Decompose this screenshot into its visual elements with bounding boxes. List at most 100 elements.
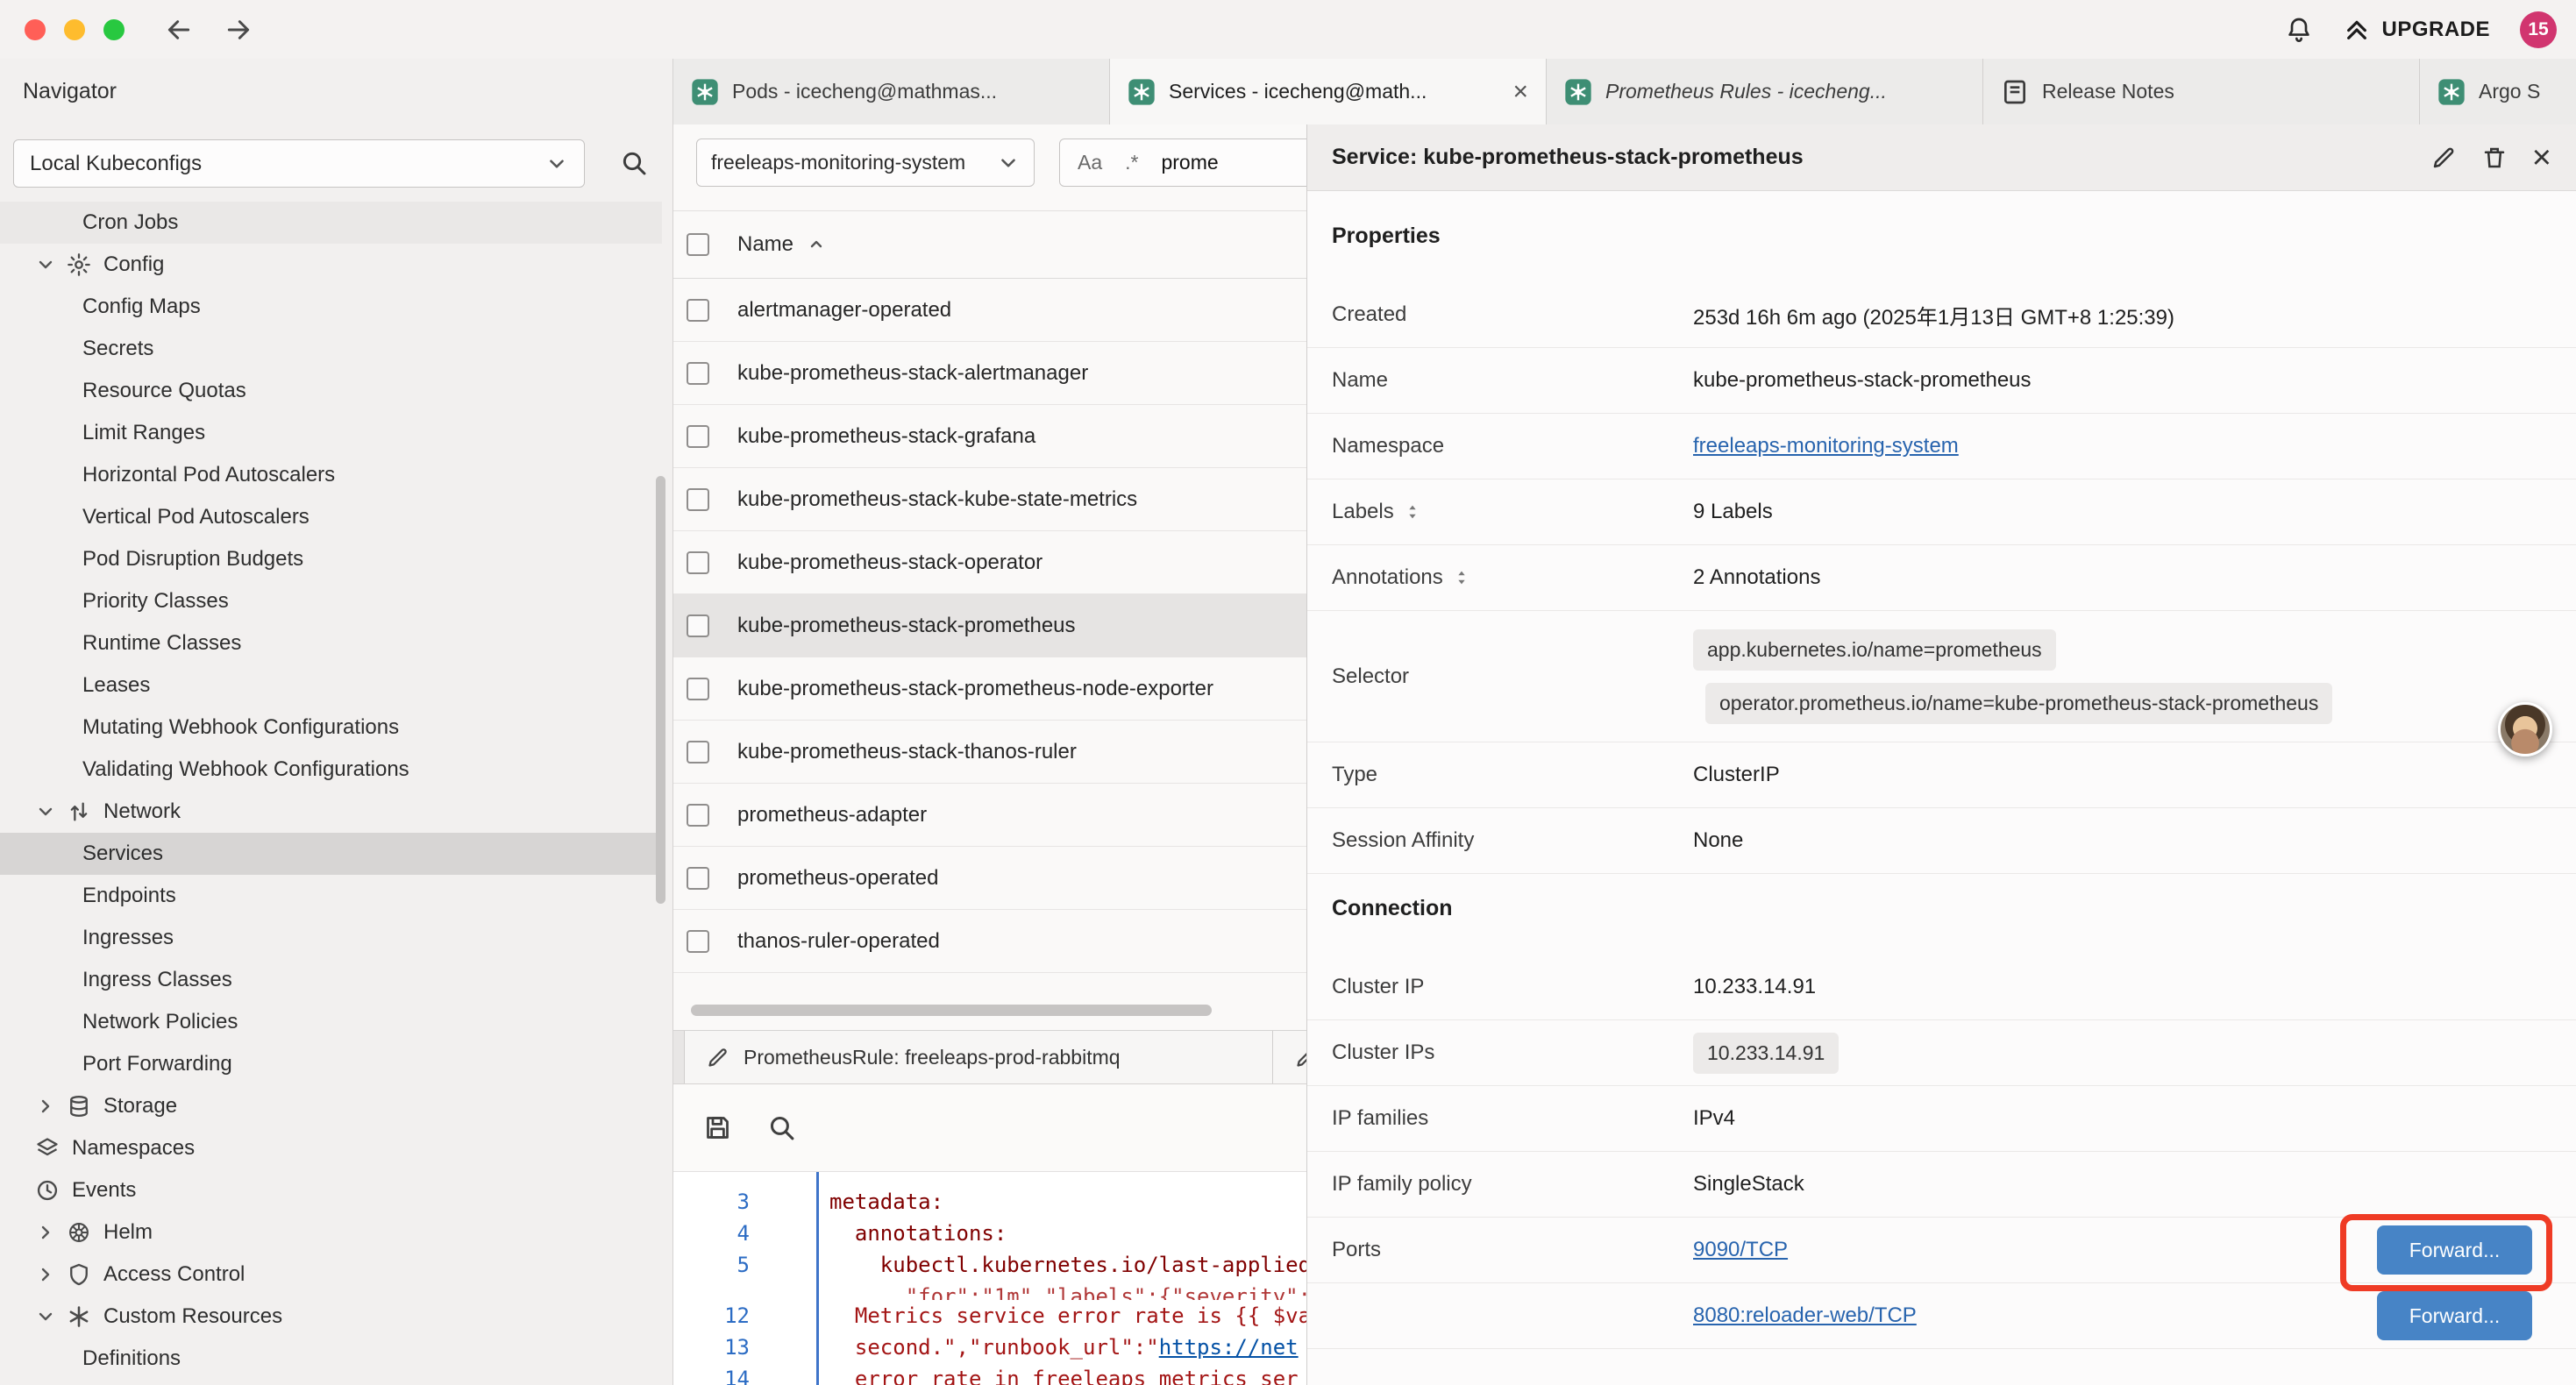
- tab-label: Pods - icecheng@mathmas...: [732, 80, 1092, 103]
- sidebar-item-label: Pod Disruption Budgets: [82, 547, 303, 572]
- save-icon[interactable]: [703, 1113, 732, 1142]
- sidebar-item-access-control[interactable]: Access Control: [0, 1254, 662, 1296]
- sidebar-item-network[interactable]: Network: [0, 791, 662, 833]
- namespace-selector[interactable]: freeleaps-monitoring-system: [696, 138, 1035, 187]
- line-number: 5: [673, 1249, 750, 1281]
- sort-toggle-icon[interactable]: [1403, 502, 1422, 522]
- line-number: 3: [673, 1186, 750, 1218]
- sidebar-item-validating-webhook-configurations[interactable]: Validating Webhook Configurations: [0, 749, 662, 791]
- row-checkbox[interactable]: [687, 867, 709, 890]
- sidebar-item-ingress-classes[interactable]: Ingress Classes: [0, 959, 662, 1001]
- select-all-checkbox[interactable]: [687, 233, 709, 256]
- sidebar-item-endpoints[interactable]: Endpoints: [0, 875, 662, 917]
- tab-pods-icecheng-mathmas[interactable]: Pods - icecheng@mathmas...: [673, 59, 1110, 124]
- namespace-link[interactable]: freeleaps-monitoring-system: [1693, 434, 1959, 458]
- notifications-bell-icon[interactable]: [2285, 16, 2313, 44]
- row-checkbox[interactable]: [687, 614, 709, 637]
- sidebar-item-horizontal-pod-autoscalers[interactable]: Horizontal Pod Autoscalers: [0, 454, 662, 496]
- upgrade-button[interactable]: UPGRADE: [2343, 16, 2490, 44]
- property-label: Ports: [1332, 1238, 1693, 1262]
- editor-search-icon[interactable]: [767, 1113, 796, 1142]
- forward-button[interactable]: Forward...: [2377, 1291, 2532, 1340]
- row-checkbox[interactable]: [687, 741, 709, 764]
- property-row: Cluster IPs10.233.14.91: [1307, 1020, 2576, 1086]
- property-value: SingleStack: [1693, 1172, 1804, 1197]
- minimize-window-button[interactable]: [64, 19, 85, 40]
- sidebar-item-pod-disruption-budgets[interactable]: Pod Disruption Budgets: [0, 538, 662, 580]
- sidebar-item-helm[interactable]: Helm: [0, 1211, 662, 1254]
- sidebar-item-port-forwarding[interactable]: Port Forwarding: [0, 1043, 662, 1085]
- sidebar-item-label: Storage: [103, 1094, 177, 1119]
- sidebar-item-vertical-pod-autoscalers[interactable]: Vertical Pod Autoscalers: [0, 496, 662, 538]
- port-link[interactable]: 9090/TCP: [1693, 1238, 1788, 1262]
- section-heading: Connection: [1307, 895, 2576, 921]
- sidebar-item-resource-quotas[interactable]: Resource Quotas: [0, 370, 662, 412]
- avatar[interactable]: [2498, 702, 2552, 756]
- sidebar-item-label: Network Policies: [82, 1010, 238, 1034]
- sidebar-item-cron-jobs[interactable]: Cron Jobs: [0, 202, 662, 244]
- sidebar-search-icon[interactable]: [620, 149, 648, 177]
- line-number: 12: [673, 1300, 750, 1332]
- sidebar-item-secrets[interactable]: Secrets: [0, 328, 662, 370]
- sidebar-item-services[interactable]: Services: [0, 833, 662, 875]
- sidebar-item-namespaces[interactable]: Namespaces: [0, 1127, 662, 1169]
- row-checkbox[interactable]: [687, 804, 709, 827]
- property-label: IP families: [1332, 1106, 1693, 1131]
- delete-trash-icon[interactable]: [2481, 145, 2508, 171]
- forward-button[interactable]: Forward...: [2377, 1225, 2532, 1275]
- back-button[interactable]: [165, 16, 193, 44]
- service-name: prometheus-adapter: [737, 803, 927, 827]
- table-horizontal-scrollbar[interactable]: [691, 1005, 1212, 1016]
- sidebar-item-label: Leases: [82, 673, 150, 698]
- sidebar-item-storage[interactable]: Storage: [0, 1085, 662, 1127]
- sidebar-item-label: Events: [72, 1178, 136, 1203]
- sidebar-item-config-maps[interactable]: Config Maps: [0, 286, 662, 328]
- port-link[interactable]: 8080:reloader-web/TCP: [1693, 1303, 1917, 1328]
- sidebar-item-custom-resources[interactable]: Custom Resources: [0, 1296, 662, 1338]
- tab-release-notes[interactable]: Release Notes: [1983, 59, 2420, 124]
- row-checkbox[interactable]: [687, 678, 709, 700]
- close-tab-icon[interactable]: ×: [1512, 79, 1528, 105]
- close-drawer-icon[interactable]: ×: [2532, 141, 2551, 174]
- property-row: IP family policySingleStack: [1307, 1152, 2576, 1218]
- property-row: Selectorapp.kubernetes.io/name=prometheu…: [1307, 611, 2576, 742]
- sidebar-item-limit-ranges[interactable]: Limit Ranges: [0, 412, 662, 454]
- tab-services-icecheng-math[interactable]: Services - icecheng@math...×: [1110, 59, 1547, 124]
- sidebar-scrollbar[interactable]: [656, 476, 665, 904]
- zoom-window-button[interactable]: [103, 19, 125, 40]
- drawer-body: PropertiesCreated253d 16h 6m ago (2025年1…: [1307, 191, 2576, 1349]
- sidebar-item-priority-classes[interactable]: Priority Classes: [0, 580, 662, 622]
- property-label: IP family policy: [1332, 1172, 1693, 1197]
- sidebar-item-mutating-webhook-configurations[interactable]: Mutating Webhook Configurations: [0, 707, 662, 749]
- tab-argo-s[interactable]: Argo S: [2420, 59, 2576, 124]
- property-label: Namespace: [1332, 434, 1693, 458]
- row-checkbox[interactable]: [687, 362, 709, 385]
- sidebar-item-network-policies[interactable]: Network Policies: [0, 1001, 662, 1043]
- sort-toggle-icon[interactable]: [1452, 568, 1471, 587]
- property-row: Namekube-prometheus-stack-prometheus: [1307, 348, 2576, 414]
- sidebar-item-config[interactable]: Config: [0, 244, 662, 286]
- row-checkbox[interactable]: [687, 425, 709, 448]
- property-label: Name: [1332, 368, 1693, 393]
- sidebar-item-leases[interactable]: Leases: [0, 664, 662, 707]
- close-window-button[interactable]: [25, 19, 46, 40]
- tab-prometheus-rules-icecheng[interactable]: Prometheus Rules - icecheng...: [1547, 59, 1983, 124]
- forward-button[interactable]: [224, 16, 253, 44]
- match-case-toggle[interactable]: Aa: [1078, 151, 1102, 174]
- name-column-header[interactable]: Name: [737, 232, 793, 257]
- chevron-down-icon: [35, 254, 67, 275]
- dock-tab[interactable]: PrometheusRule: freeleaps-prod-rabbitmq: [684, 1031, 1273, 1083]
- row-checkbox[interactable]: [687, 488, 709, 511]
- sidebar-item-events[interactable]: Events: [0, 1169, 662, 1211]
- sort-ascending-icon[interactable]: [806, 234, 827, 255]
- edit-pencil-icon[interactable]: [2430, 145, 2457, 171]
- tab-strip: Navigator Pods - icecheng@mathmas...Serv…: [0, 59, 2576, 125]
- sidebar-item-ingresses[interactable]: Ingresses: [0, 917, 662, 959]
- row-checkbox[interactable]: [687, 299, 709, 322]
- row-checkbox[interactable]: [687, 551, 709, 574]
- row-checkbox[interactable]: [687, 930, 709, 953]
- kubeconfig-selector[interactable]: Local Kubeconfigs: [13, 139, 585, 188]
- regex-toggle[interactable]: .*: [1125, 151, 1138, 174]
- sidebar-item-definitions[interactable]: Definitions: [0, 1338, 662, 1380]
- sidebar-item-runtime-classes[interactable]: Runtime Classes: [0, 622, 662, 664]
